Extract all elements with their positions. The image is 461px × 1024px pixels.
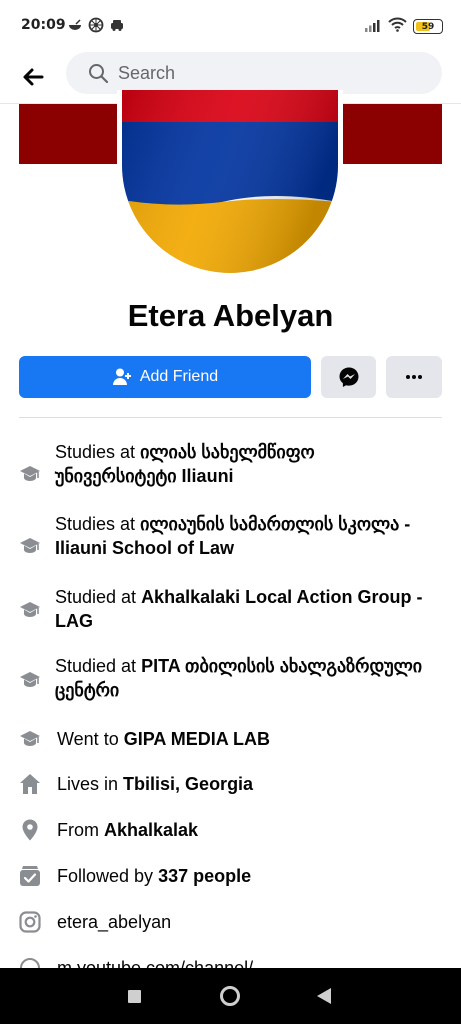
detail-text: Lives in Tbilisi, Georgia <box>57 774 254 794</box>
add-person-icon <box>112 368 131 385</box>
back-button[interactable] <box>20 64 46 90</box>
graduation-cap-icon <box>18 598 42 622</box>
graduation-cap-icon <box>18 534 42 558</box>
battery-level: 59 <box>421 21 435 32</box>
instagram-icon <box>18 910 42 934</box>
search-input[interactable]: Search <box>66 52 442 94</box>
system-navigation-bar <box>0 968 461 1024</box>
car-icon <box>109 17 125 37</box>
search-placeholder: Search <box>118 62 176 83</box>
detail-text: Went to GIPA MEDIA LAB <box>57 729 271 749</box>
more-dots-icon <box>406 375 422 379</box>
recents-button[interactable] <box>128 990 141 1003</box>
section-divider <box>19 417 442 418</box>
battery-icon: 59 <box>413 19 443 34</box>
detail-text: Studies at ილიაუნის სამართლის სკოლა - Il… <box>55 514 411 558</box>
detail-text: etera_abelyan <box>57 912 172 932</box>
back-arrow-icon <box>23 68 44 86</box>
graduation-cap-icon <box>18 462 42 486</box>
system-back-button[interactable] <box>317 988 331 1004</box>
status-time: 20:09 <box>21 17 66 33</box>
message-button[interactable] <box>321 356 376 398</box>
location-pin-icon <box>18 818 42 842</box>
graduation-cap-icon <box>18 727 42 751</box>
profile-avatar[interactable] <box>117 90 343 278</box>
graduation-cap-icon <box>18 668 42 692</box>
status-bar: 20:09 59 <box>0 0 461 52</box>
status-notification-icons <box>67 17 125 37</box>
detail-text: Followed by 337 people <box>57 866 252 886</box>
profile-name: Etera Abelyan <box>127 298 334 333</box>
home-button[interactable] <box>220 986 240 1006</box>
detail-text: Studied at Akhalkalaki Local Action Grou… <box>55 587 423 631</box>
add-friend-button[interactable]: Add Friend <box>19 356 311 398</box>
avatar-flag-image <box>122 90 338 273</box>
home-icon <box>18 772 42 796</box>
messenger-icon <box>339 367 358 387</box>
wifi-icon <box>388 17 407 36</box>
detail-text: Studies at ილიას სახელმწიფო უნივერსიტეტი… <box>55 442 315 486</box>
add-friend-label: Add Friend <box>139 368 219 385</box>
detail-text: From Akhalkalak <box>57 820 199 840</box>
wheel-icon <box>88 17 104 37</box>
followers-icon <box>18 864 42 888</box>
signal-icon <box>364 17 382 36</box>
more-options-button[interactable] <box>386 356 442 398</box>
search-icon <box>89 63 109 83</box>
status-system-icons: 59 <box>364 17 443 36</box>
detail-text: Studied at PITA თბილისის ახალგაზრდული ცე… <box>55 656 423 700</box>
bowl-icon <box>67 17 83 37</box>
